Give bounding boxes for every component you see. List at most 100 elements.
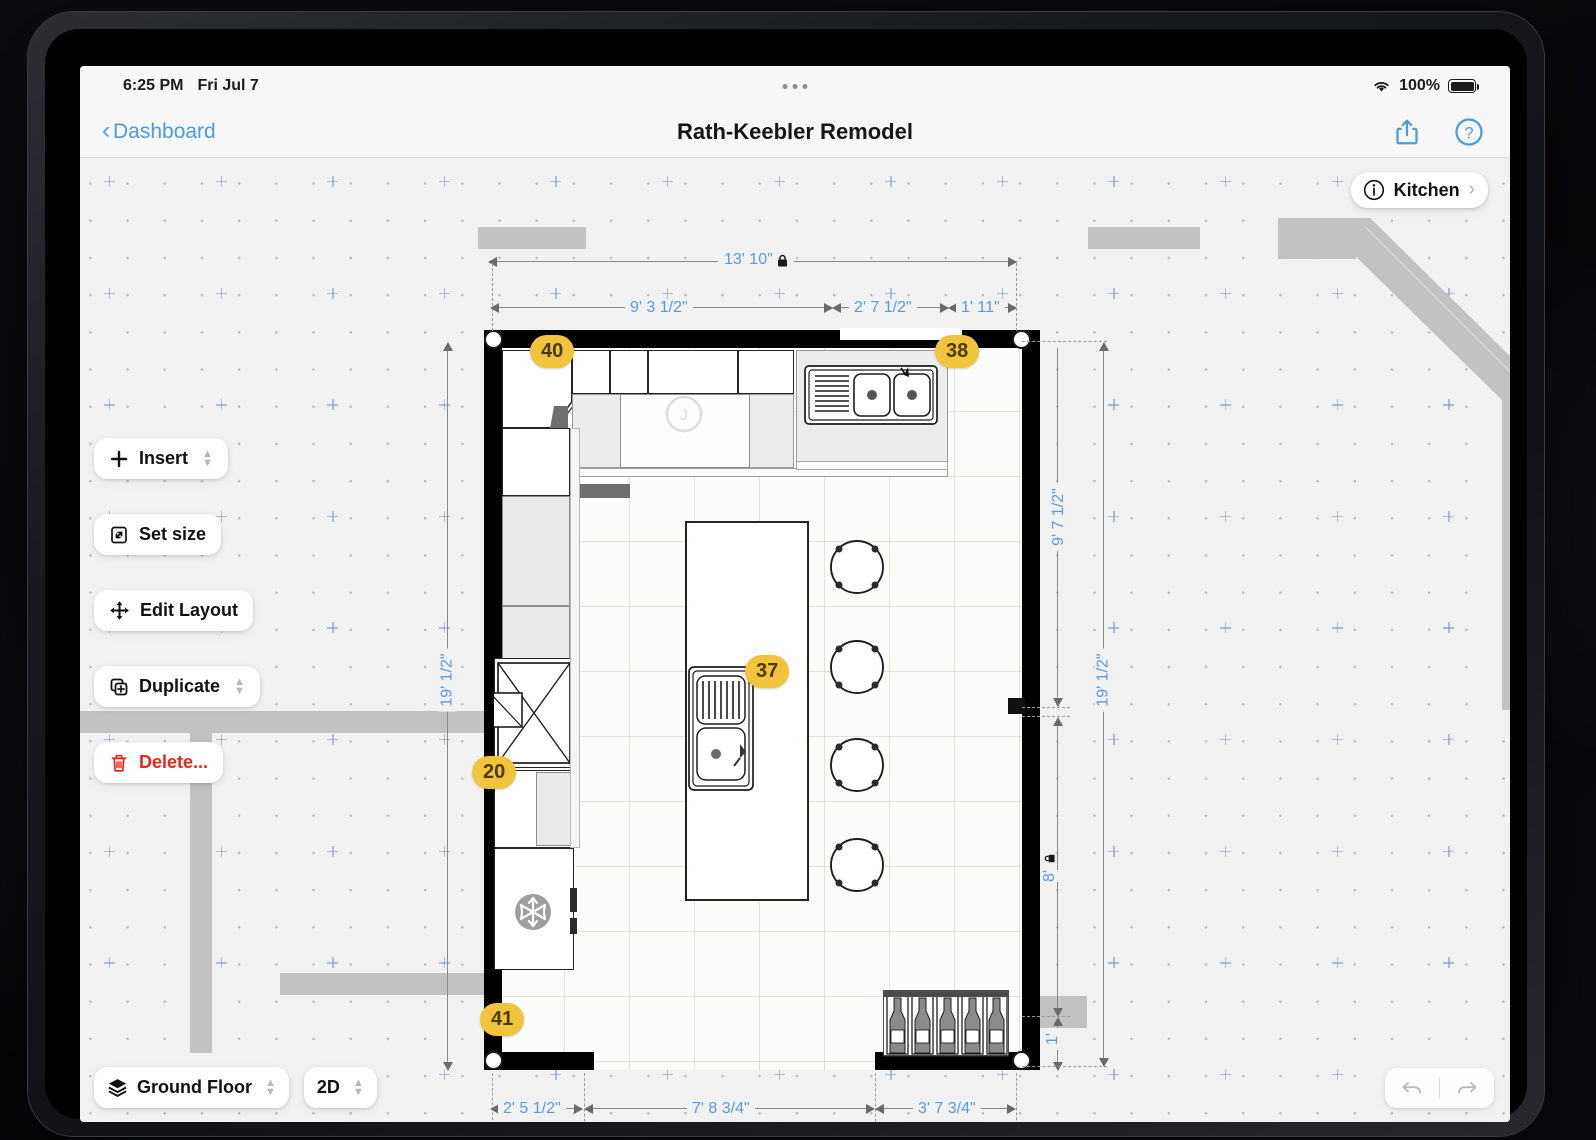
duplicate-button[interactable]: Duplicate ▲ ▼	[94, 666, 260, 707]
double-basin-sink-icon[interactable]	[804, 365, 938, 425]
dim-left-overall-arrow-bottom	[443, 1062, 453, 1071]
island-stool[interactable]	[827, 537, 887, 597]
set-size-button[interactable]: Set size	[94, 514, 222, 555]
floorplan-canvas[interactable]: J 40 38 37 20 41 13' 10" 9' 3 1/2" 2' 7 …	[80, 158, 1510, 1122]
undo-redo-toolbar	[1385, 1068, 1494, 1108]
delete-button-label: Delete...	[139, 752, 209, 772]
trash-icon	[111, 754, 127, 772]
wall-node-bottom-right[interactable]	[1012, 1051, 1031, 1070]
chevron-updown-icon[interactable]: ▲ ▼	[234, 676, 245, 696]
delete-button[interactable]: Delete...	[94, 742, 224, 783]
lock-icon	[777, 254, 787, 266]
chevron-updown-icon[interactable]: ▲ ▼	[353, 1077, 364, 1097]
dim-top-seg2-arrow-left	[832, 303, 841, 313]
dim-right-seg2-arrow-top	[1053, 717, 1063, 726]
bottom-left-toolbar: Ground Floor ▲ ▼ 2D ▲ ▼	[94, 1067, 377, 1108]
wine-bottles-icon[interactable]	[883, 990, 1009, 1058]
dim-right-seg2-label-group[interactable]: 8'	[1040, 848, 1059, 890]
insert-button[interactable]: Insert ▲ ▼	[94, 438, 228, 479]
island-stool[interactable]	[827, 735, 887, 795]
wifi-icon	[1374, 81, 1389, 92]
wall-node-right-mid[interactable]	[1008, 698, 1025, 714]
kitchen-floor-plan[interactable]: J 40 38 37 20 41 13' 10" 9' 3 1/2" 2' 7 …	[80, 158, 1510, 1122]
left-counter-run-1[interactable]	[502, 496, 570, 606]
dim-top-seg1-label[interactable]: 9' 3 1/2"	[625, 299, 693, 317]
edit-layout-button-label: Edit Layout	[140, 600, 238, 620]
redo-button[interactable]	[1440, 1078, 1494, 1098]
chevron-right-icon: ›	[1468, 179, 1475, 200]
dim-right-seg2-line	[1057, 723, 1059, 1013]
app-nav-bar: ‹ Dashboard Rath-Keebler Remodel ?	[80, 106, 1510, 158]
upper-cabinet-3[interactable]	[648, 350, 738, 394]
upper-cabinet-2[interactable]	[610, 350, 648, 394]
left-base-cabinet-inner[interactable]	[536, 772, 572, 846]
room-chip-label: Kitchen	[1393, 179, 1460, 200]
sink-with-drainboard-icon[interactable]	[688, 666, 754, 791]
duplicate-icon	[110, 678, 128, 695]
island-stool[interactable]	[827, 835, 887, 895]
refrigerator-handle-2[interactable]	[570, 918, 577, 934]
view-mode-chip[interactable]: 2D ▲ ▼	[303, 1067, 377, 1108]
dim-left-overall-label[interactable]: 19' 1/2"	[438, 648, 457, 712]
badge-marker-20[interactable]: 20	[472, 756, 517, 789]
handle-dot	[782, 83, 788, 89]
redo-arrow-icon	[1458, 1082, 1477, 1094]
chevron-updown-icon[interactable]: ▲ ▼	[265, 1077, 276, 1097]
dim-top-ext-left	[492, 263, 493, 331]
wall-node-bottom-left[interactable]	[484, 1051, 503, 1070]
status-date: Fri Jul 7	[197, 77, 259, 94]
badge-marker-40[interactable]: 40	[530, 335, 575, 368]
dim-bottom-seg1-label[interactable]: 2' 5 1/2"	[498, 1100, 566, 1118]
insert-button-label: Insert	[139, 448, 189, 468]
multitask-handle[interactable]	[782, 83, 808, 89]
upper-cabinet-1[interactable]	[572, 350, 610, 394]
left-tall-cabinet-upper[interactable]	[502, 428, 570, 496]
plus-icon	[110, 450, 128, 467]
dim-right-seg3-label[interactable]: 1'	[1043, 1028, 1062, 1050]
chevron-left-icon: ‹	[102, 116, 110, 144]
left-run-edge-strip	[570, 428, 580, 848]
dim-right-overall-label[interactable]: 19' 1/2"	[1094, 648, 1113, 712]
cooktop-burner-icon: J	[665, 395, 703, 433]
island-stool[interactable]	[827, 637, 887, 697]
dim-bottom-ext-4	[1016, 1073, 1017, 1122]
battery-icon	[1448, 79, 1479, 93]
back-to-dashboard-button[interactable]: ‹ Dashboard	[102, 116, 216, 144]
dim-bottom-seg3-arrow-left	[875, 1104, 884, 1114]
dim-bottom-ext-3	[875, 1073, 876, 1122]
refrigerator-handle[interactable]	[570, 888, 577, 912]
dim-top-overall-label-group[interactable]: 13' 10"	[718, 251, 794, 269]
dim-bottom-seg2-arrow-right	[866, 1104, 875, 1114]
dim-right-seg1-label[interactable]: 9' 7 1/2"	[1049, 483, 1068, 551]
badge-marker-41[interactable]: 41	[480, 1003, 525, 1036]
chevron-updown-icon[interactable]: ▲ ▼	[202, 448, 213, 468]
view-mode-label: 2D	[316, 1077, 340, 1097]
floor-selector-label: Ground Floor	[137, 1077, 252, 1097]
dim-right-overall-arrow-top	[1099, 342, 1109, 351]
nav-actions: ?	[1392, 117, 1484, 147]
back-button-label: Dashboard	[113, 119, 216, 143]
badge-marker-38[interactable]: 38	[935, 335, 980, 368]
edit-layout-button[interactable]: Edit Layout	[94, 590, 253, 631]
dim-bottom-seg2-arrow-left	[584, 1104, 593, 1114]
floor-selector-chip[interactable]: Ground Floor ▲ ▼	[94, 1067, 289, 1108]
dim-top-seg2-label[interactable]: 2' 7 1/2"	[849, 299, 917, 317]
room-selector-chip[interactable]: Kitchen ›	[1350, 172, 1488, 208]
oven-icon	[494, 662, 571, 764]
dim-right-ext-mid2	[1022, 716, 1070, 717]
undo-arrow-icon	[1402, 1082, 1421, 1094]
upper-cabinet-4[interactable]	[738, 350, 794, 394]
lock-icon	[1044, 854, 1055, 863]
dim-bottom-seg2-label[interactable]: 7' 8 3/4"	[687, 1100, 755, 1118]
dim-bottom-seg3-label[interactable]: 3' 7 3/4"	[913, 1100, 981, 1118]
page-title: Rath-Keebler Remodel	[677, 118, 913, 144]
undo-button[interactable]	[1385, 1078, 1439, 1098]
ipad-screen: 6:25 PM Fri Jul 7 100% ‹ Dashboard Rath-…	[80, 66, 1510, 1122]
wall-node-top-right[interactable]	[1012, 330, 1031, 349]
dim-top-seg3-label[interactable]: 1' 11"	[956, 299, 1005, 317]
share-icon[interactable]	[1392, 117, 1422, 147]
help-circle-icon[interactable]: ?	[1454, 117, 1484, 147]
wall-node-top-left[interactable]	[484, 330, 503, 349]
badge-marker-37[interactable]: 37	[745, 655, 790, 688]
dim-bottom-seg3-arrow-right	[1007, 1104, 1016, 1114]
